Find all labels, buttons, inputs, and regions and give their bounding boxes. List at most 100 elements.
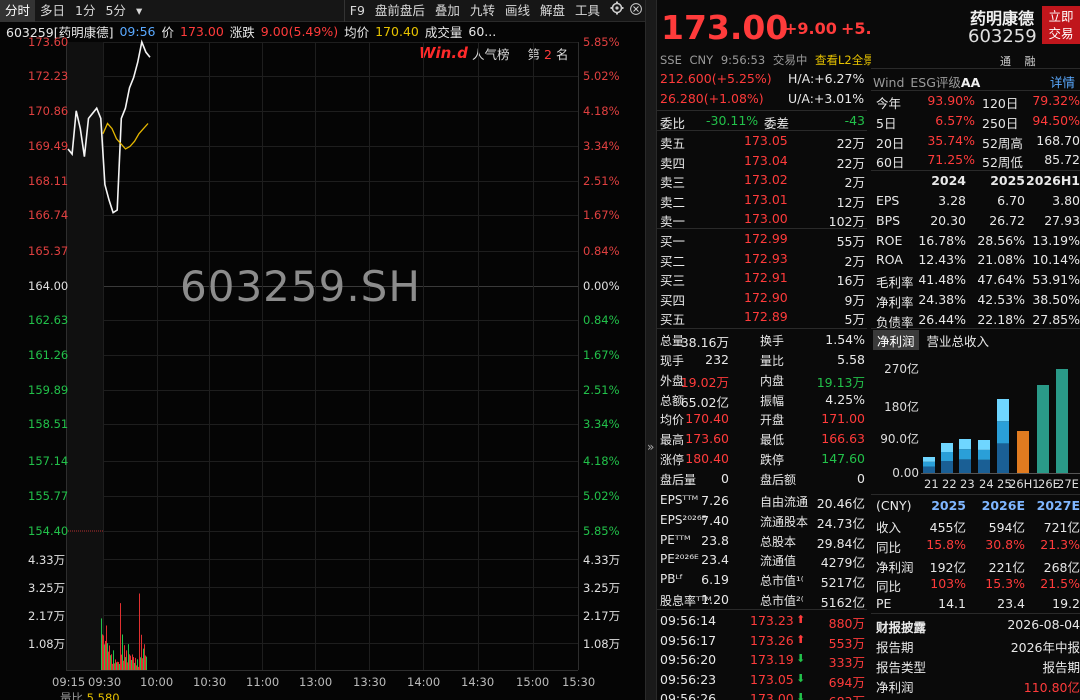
report-header[interactable]: 财报披露 2026-08-04 xyxy=(876,615,1080,635)
bid-level[interactable]: 买四 172.90 9万 xyxy=(660,288,865,308)
volume-bar xyxy=(146,656,147,670)
market-status-row: SSE CNY 9:56:53 交易中 查看L2全景 xyxy=(660,52,875,68)
bar-y-label: 180亿 xyxy=(884,399,919,414)
bid-level[interactable]: 买五 172.89 5万 xyxy=(660,307,865,327)
tab-net-profit[interactable]: 净利润 xyxy=(873,330,919,350)
perf-label: 今年 xyxy=(876,96,902,111)
profit-bar-h1[interactable] xyxy=(1017,431,1029,473)
tab-revenue[interactable]: 营业总收入 xyxy=(923,330,994,350)
stat-label: 均价 xyxy=(660,413,685,428)
profit-bar-segment[interactable] xyxy=(997,399,1009,422)
stat-row: 股息率ᵀᵀᴹ 1.20 总市值²⁽ 5162亿 xyxy=(660,590,865,610)
tick-time: 09:56:26 xyxy=(660,691,717,700)
volume-bar xyxy=(123,660,124,670)
profit-bar-segment[interactable] xyxy=(959,449,971,460)
price-axis-label: 159.89 xyxy=(28,383,69,397)
tick-row[interactable]: 09:56:23 173.05 ⬇ 694万 xyxy=(660,670,865,690)
forecast-col-head: 2025 xyxy=(931,498,966,513)
volume-bar xyxy=(133,657,134,670)
fin-value: 16.78% xyxy=(918,232,966,248)
volume-bar xyxy=(143,648,144,670)
profit-bar-segment[interactable] xyxy=(923,461,935,467)
chart-canvas[interactable] xyxy=(0,0,645,700)
tick-row[interactable]: 09:56:20 173.19 ⬇ 333万 xyxy=(660,650,865,670)
bid-level[interactable]: 买一 172.99 55万 xyxy=(660,229,865,249)
forecast-label: PE xyxy=(876,596,892,612)
tick-volume: 880万 xyxy=(828,616,865,631)
ask-level[interactable]: 卖四 173.04 22万 xyxy=(660,151,865,171)
l2-link[interactable]: 查看L2全景 xyxy=(815,53,875,67)
profit-bar-estimate[interactable] xyxy=(1056,369,1068,473)
tab-wind[interactable]: Wind xyxy=(873,75,904,90)
bid-label: 买四 xyxy=(660,292,686,308)
fin-label: ROE xyxy=(876,232,903,248)
ask-level[interactable]: 卖五 173.05 22万 xyxy=(660,131,865,151)
bid-price: 172.93 xyxy=(744,250,788,266)
fin-value: 38.50% xyxy=(1032,292,1080,307)
bid-price: 172.90 xyxy=(744,289,788,305)
profit-bar-segment[interactable] xyxy=(978,440,990,450)
forecast-value: 14.1 xyxy=(938,596,966,612)
profit-bar-segment[interactable] xyxy=(978,459,990,473)
ask-level[interactable]: 卖二 173.01 12万 xyxy=(660,190,865,210)
bid-level[interactable]: 买二 172.93 2万 xyxy=(660,249,865,269)
order-ratio-value: -30.11% xyxy=(706,113,759,128)
fin-row: 负债率 26.44% 22.18% 27.85% xyxy=(876,310,1080,330)
profit-bar-segment[interactable] xyxy=(923,466,935,473)
stat-label: 盘后额 xyxy=(760,472,797,487)
tick-row[interactable]: 09:56:26 173.00⬇ 683万 xyxy=(660,689,865,700)
bid-label: 买三 xyxy=(660,273,686,288)
ask-volume: 12万 xyxy=(836,194,865,210)
profit-bar-segment[interactable] xyxy=(959,459,971,473)
profit-bar-segment[interactable] xyxy=(941,452,953,461)
profit-bar-segment[interactable] xyxy=(997,443,1009,473)
stat-value: 5.58 xyxy=(837,351,865,367)
u-share-row[interactable]: 26.280(+1.08%) U/A:+3.01% xyxy=(660,91,867,109)
volume-bar xyxy=(138,666,139,670)
tab-esg[interactable]: ESG评级 xyxy=(910,75,961,90)
fin-value: 6.70 xyxy=(997,193,1025,208)
stat-row: 总额 65.02亿 振幅 4.25% xyxy=(660,390,865,410)
stat-label: 跌停 xyxy=(760,453,785,468)
intraday-chart-pane[interactable]: 分时 多日 1分 5分 ▾ F9 盘前盘后 叠加 九转 画线 解盘 工具 603… xyxy=(0,0,645,700)
tick-row[interactable]: 09:56:17 173.26 ⬆ 553万 xyxy=(660,631,865,651)
tick-time: 09:56:17 xyxy=(660,632,717,648)
tick-row[interactable]: 09:56:14 173.23 ⬆ 880万 xyxy=(660,611,865,631)
profit-bar-estimate[interactable] xyxy=(1037,385,1049,473)
bid-level[interactable]: 买三 172.91 16万 xyxy=(660,268,865,288)
profit-bar-segment[interactable] xyxy=(978,449,990,460)
detail-link[interactable]: 详情 xyxy=(1050,72,1075,91)
ask-volume: 22万 xyxy=(836,136,865,151)
perf-value: 168.70 xyxy=(1036,132,1080,148)
ask-volume: 2万 xyxy=(844,175,865,190)
profit-bar-segment[interactable] xyxy=(941,443,953,452)
tick-volume: 553万 xyxy=(828,635,865,651)
trade-button-line1: 立即 xyxy=(1048,9,1074,24)
volume-bar xyxy=(103,635,104,670)
trade-now-button[interactable]: 立即 交易 xyxy=(1042,6,1080,44)
volume-bar xyxy=(115,659,116,670)
forecast-col-head: 2026E xyxy=(981,498,1025,513)
profit-bar-segment[interactable] xyxy=(997,421,1009,444)
report-value: 110.80亿 xyxy=(1023,680,1080,695)
pane-divider[interactable]: » xyxy=(645,0,657,700)
stat-value: 7.26 xyxy=(701,492,729,508)
h-share-row[interactable]: 212.600(+5.25%) H/A:+6.27% xyxy=(660,71,867,89)
profit-bar-segment[interactable] xyxy=(923,457,935,462)
fin-value: 12.43% xyxy=(918,252,966,268)
profit-bar-segment[interactable] xyxy=(941,461,953,473)
profit-bar-chart[interactable]: 270亿180亿90.0亿0.0021 22 23 24 2526H126E27E xyxy=(871,352,1080,494)
profit-bar-segment[interactable] xyxy=(959,439,971,450)
volume-bar xyxy=(142,658,143,670)
expand-chevron-icon[interactable]: » xyxy=(647,440,654,454)
h-a-premium: H/A:+6.27% xyxy=(788,71,865,86)
price-axis-label: 161.26 xyxy=(28,348,69,362)
stat-value: 4279亿 xyxy=(820,555,865,571)
tick-volume: 683万 xyxy=(829,691,865,700)
volume-bar xyxy=(119,664,120,670)
perf-value: 71.25% xyxy=(927,152,975,168)
fin-value: 27.85% xyxy=(1032,311,1080,327)
ask-level[interactable]: 卖一 173.00 102万 xyxy=(660,209,865,229)
ask-level[interactable]: 卖三 173.02 2万 xyxy=(660,170,865,190)
fin-value: 3.28 xyxy=(938,193,966,208)
